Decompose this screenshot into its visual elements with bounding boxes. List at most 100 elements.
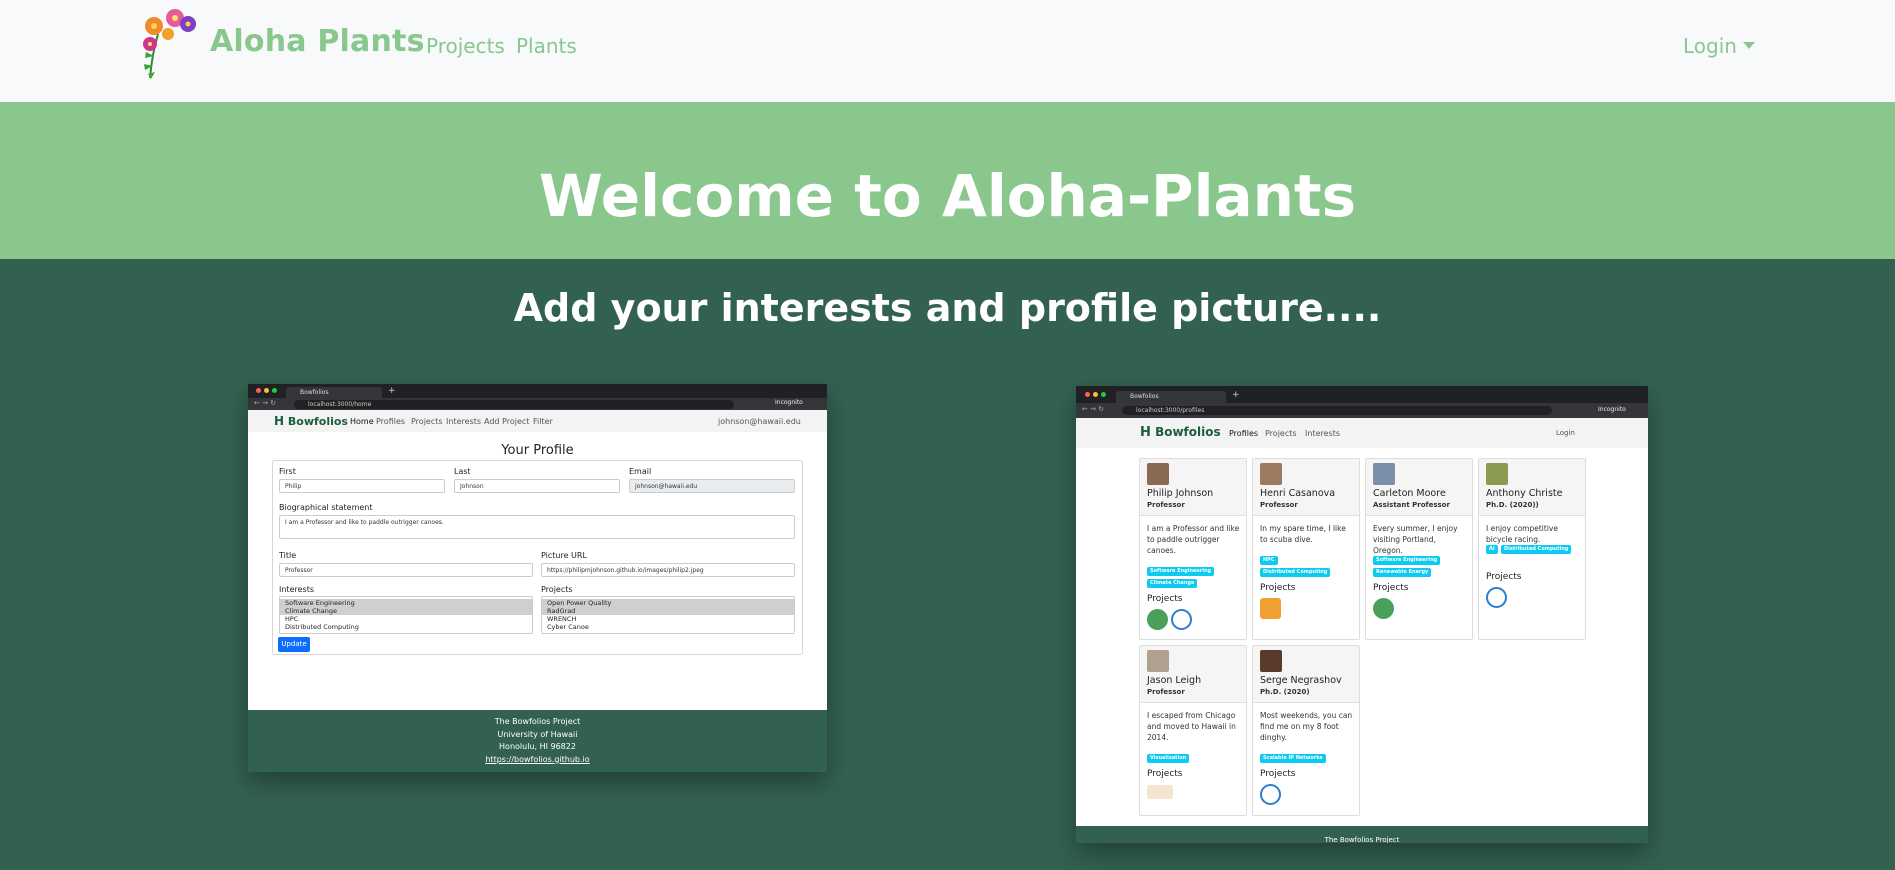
browser-titlebar: Bowfolios + [1076,386,1648,403]
inner-nav-projects: Projects [1265,429,1297,438]
profile-card: Jason Leigh Professor I escaped from Chi… [1139,645,1247,816]
hero-title: Welcome to Aloha-Plants [538,162,1357,230]
card-name: Philip Johnson [1147,488,1214,499]
address-bar: localhost:3000/home [294,400,734,409]
inner-user-menu: johnson@hawaii.edu [718,417,801,426]
browser-tab: Bowfolios [286,387,382,398]
picture-label: Picture URL [541,551,587,560]
card-bio: I am a Professor and like to paddle outr… [1147,524,1240,555]
projects-label: Projects [541,585,573,594]
project-option: Cyber Canoe [547,623,589,631]
caret-down-icon [1742,42,1755,49]
section-subtitle: Add your interests and profile picture..… [513,286,1382,330]
project-logo-icon [1171,609,1192,630]
project-option: WRENCH [547,615,577,623]
project-logo-icon [1147,785,1173,799]
bowfolios-brand: H Bowfolios [274,414,348,428]
project-logo-icon [1260,784,1281,805]
nav-plants-link[interactable]: Plants [516,34,577,58]
interest-badge: Climate Change [1147,579,1198,588]
brand-name[interactable]: Aloha Plants [210,24,425,59]
hero-banner: Welcome to Aloha-Plants [0,102,1895,259]
profile-form-screenshot: Bowfolios + ← → ↻ localhost:3000/home In… [248,384,827,772]
interest-option: Software Engineering [280,599,532,607]
interest-badge: HPC [1260,556,1278,565]
incognito-label: Incognito [1598,406,1626,413]
avatar [1260,463,1282,485]
new-tab-icon: + [1232,390,1240,400]
profile-card: Henri Casanova Professor In my spare tim… [1252,458,1360,640]
inner-nav-interests: Interests [446,417,481,426]
inner-footer: The Bowfolios Project [1076,826,1648,843]
interest-badge: Software Engineering [1147,567,1215,576]
inner-navbar: H Bowfolios Profiles Projects Interests … [1076,418,1648,448]
browser-tab: Bowfolios [1116,391,1226,403]
interest-badge: Scalable IP Networks [1260,754,1326,763]
card-bio: I escaped from Chicago and moved to Hawa… [1147,711,1236,742]
profile-card: Anthony Christe Ph.D. (2020)) I enjoy co… [1478,458,1586,640]
hibiscus-logo-icon[interactable] [138,4,204,82]
card-projects-heading: Projects [1147,594,1183,604]
form-title: Your Profile [501,443,574,458]
profiles-page-screenshot: Bowfolios + ← → ↻ localhost:3000/profile… [1076,386,1648,843]
project-logo-icon [1260,598,1281,619]
profile-card: Serge Negrashov Ph.D. (2020) Most weeken… [1252,645,1360,816]
inner-nav-home: Home [350,417,374,426]
card-name: Jason Leigh [1147,675,1202,686]
inner-login: Login [1556,429,1575,437]
bio-label: Biographical statement [279,503,373,512]
card-projects-heading: Projects [1147,769,1183,779]
last-label: Last [454,467,471,476]
inner-footer: The Bowfolios Project University of Hawa… [248,710,827,772]
card-bio: Every summer, I enjoy visiting Portland,… [1373,524,1458,555]
project-option: RadGrad [542,607,794,615]
browser-toolbar: ← → ↻ localhost:3000/home Incognito [248,398,827,410]
interest-option: HPC [285,615,299,623]
inner-nav-profiles: Profiles [1229,429,1259,438]
bowfolios-brand-label: Bowfolios [287,415,348,428]
last-input: Johnson [454,479,620,493]
interest-badge: Distributed Computing [1501,545,1572,554]
maximize-dot-icon [272,388,277,393]
close-dot-icon [1085,392,1090,397]
avatar [1373,463,1395,485]
nav-projects-link[interactable]: Projects [426,34,505,58]
profile-card: Philip Johnson Professor I am a Professo… [1139,458,1247,640]
title-label: Title [279,551,297,560]
interest-badge: Distributed Computing [1260,568,1331,577]
inner-navbar: H Bowfolios Home Profiles Projects Inter… [248,410,827,432]
address-bar: localhost:3000/profiles [1122,406,1552,415]
inner-nav-interests: Interests [1305,429,1340,438]
card-title: Assistant Professor [1373,501,1450,509]
card-bio: Most weekends, you can find me on my 8 f… [1260,711,1353,742]
card-projects-heading: Projects [1260,583,1296,593]
login-dropdown[interactable]: Login [1683,34,1755,58]
interest-badge: Visualization [1147,754,1190,763]
interests-select: Software Engineering Climate Change HPC … [279,596,533,634]
footer-line: University of Hawaii [497,729,578,739]
interest-option: Distributed Computing [285,623,359,631]
footer-link: https://bowfolios.github.io [485,754,590,764]
avatar [1147,650,1169,672]
card-title: Professor [1147,688,1185,696]
card-projects-heading: Projects [1260,769,1296,779]
project-logo-icon [1373,598,1394,619]
card-bio: I enjoy competitive bicycle racing. [1486,524,1558,544]
card-name: Anthony Christe [1486,488,1563,499]
bowfolios-brand: H Bowfolios [1140,425,1221,440]
card-title: Ph.D. (2020)) [1486,501,1539,509]
interest-badge: AI [1486,545,1498,554]
uh-logo-icon: H [1140,425,1151,440]
interest-badge: Renewable Energy [1373,568,1432,577]
first-input: Philip [279,479,445,493]
minimize-dot-icon [264,388,269,393]
top-navbar: Aloha Plants Projects Plants Login [0,0,1895,102]
nav-arrows-icon: ← → ↻ [1082,405,1105,413]
login-label: Login [1683,34,1737,58]
nav-arrows-icon: ← → ↻ [254,399,277,407]
card-name: Carleton Moore [1373,488,1446,499]
inner-nav-projects: Projects [411,417,443,426]
close-dot-icon [256,388,261,393]
browser-toolbar: ← → ↻ localhost:3000/profiles Incognito [1076,403,1648,418]
update-button: Update [278,637,310,652]
